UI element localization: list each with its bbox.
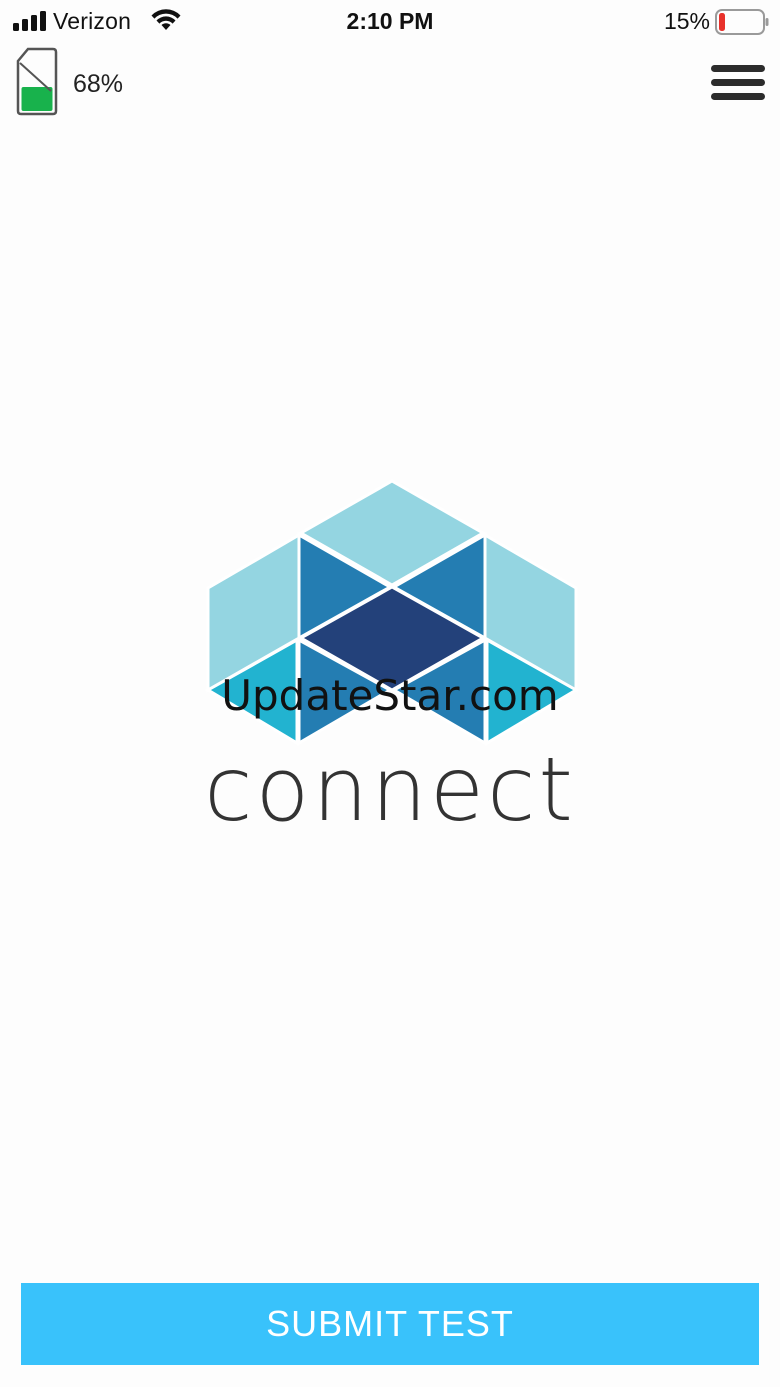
- battery-icon: [715, 9, 769, 35]
- logo-wordmark: connect: [204, 738, 576, 841]
- hamburger-menu-icon[interactable]: [706, 62, 766, 104]
- submit-test-button[interactable]: SUBMIT TEST: [21, 1283, 759, 1365]
- device-battery-percent: 68%: [73, 70, 124, 98]
- device-battery-icon: [16, 47, 58, 116]
- watermark-text: UpdateStar.com: [221, 671, 559, 720]
- status-battery-percent: 15%: [663, 8, 710, 34]
- status-bar: Verizon 2:10 PM 15%: [0, 0, 780, 44]
